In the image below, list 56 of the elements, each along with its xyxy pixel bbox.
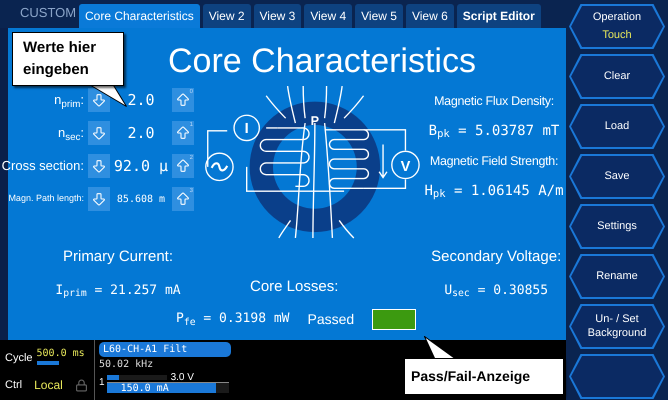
input-label: Cross section: xyxy=(2,157,84,176)
view-tab[interactable]: View 5 xyxy=(355,4,403,28)
up-arrow-icon xyxy=(175,158,191,174)
side-menu-button[interactable]: Save xyxy=(569,154,665,199)
frequency-value: 50.02 kHz xyxy=(99,358,154,372)
voltage-value: 3.0 V xyxy=(170,370,194,384)
side-menu-button[interactable]: Operation Touch xyxy=(569,4,665,49)
page-title: Core Characteristics xyxy=(168,41,476,82)
down-arrow-icon xyxy=(91,158,107,174)
input-value: 2.0 xyxy=(126,122,156,144)
reading-value: B$_{pk}$ = 5.03787 mT xyxy=(428,122,560,142)
current-value: 150.0 mA xyxy=(120,382,169,396)
input-value: 85.608 m xyxy=(116,192,166,206)
reading-value: H$_{pk}$ = 1.06145 A/m xyxy=(424,182,564,202)
up-arrow-icon xyxy=(175,125,191,141)
secondary-voltage-value: U$_{sec}$ = 0.30855 xyxy=(444,282,548,300)
side-menu-button[interactable]: Settings xyxy=(569,204,665,249)
status-label: Passed xyxy=(308,310,354,328)
transformer-core-drawing: I V P xyxy=(198,82,422,242)
side-menu-button[interactable]: Rename xyxy=(569,254,665,299)
input-value: 2.0 xyxy=(126,90,156,111)
side-menu-button[interactable]: Un- / Set Background xyxy=(569,304,665,349)
view-tab[interactable]: View 3 xyxy=(254,4,302,28)
side-menu-button[interactable] xyxy=(569,354,665,399)
cycle-bar xyxy=(36,361,59,365)
cycle-label: Cycle xyxy=(5,351,33,366)
side-menu-button[interactable]: Load xyxy=(569,104,665,149)
view-tab[interactable]: Core Characteristics xyxy=(79,4,200,28)
down-arrow-icon xyxy=(91,191,107,207)
secondary-voltage-label: Secondary Voltage: xyxy=(431,247,562,267)
ctrl-value: Local xyxy=(34,377,63,394)
brand-label: CUSTOM xyxy=(19,4,76,22)
up-arrow-icon xyxy=(175,191,191,207)
reading-label: Magnetic Flux Density: xyxy=(434,93,554,110)
side-menu-button[interactable]: Clear xyxy=(569,54,665,99)
cycle-value: 500.0 ms xyxy=(36,347,85,361)
up-arrow-icon xyxy=(175,92,191,108)
ctrl-label: Ctrl xyxy=(5,378,22,393)
primary-current-value: I$_{prim}$ = 21.257 mA xyxy=(55,282,181,300)
view-tab[interactable]: View 2 xyxy=(202,4,251,28)
input-label: n$_{sec}$: xyxy=(58,124,84,143)
view-tab[interactable]: View 6 xyxy=(406,4,454,28)
input-value: 92.0 µ xyxy=(112,156,170,177)
input-label: n$_{prim}$: xyxy=(54,91,84,110)
down-arrow-icon xyxy=(91,92,107,108)
core-losses-label: Core Losses: xyxy=(250,277,338,297)
view-tab[interactable]: Script Editor xyxy=(456,4,541,28)
input-label: Magn. Path length: xyxy=(8,192,84,206)
channel-label: L60-CH-A1 Filt xyxy=(99,342,231,357)
primary-current-label: Primary Current: xyxy=(62,247,174,267)
view-tab[interactable]: View 4 xyxy=(304,4,352,28)
core-losses-value: P$_{fe}$ = 0.3198 mW xyxy=(176,310,290,329)
channel-number: 1 xyxy=(99,376,105,390)
lock-icon xyxy=(74,378,88,392)
reading-label: Magnetic Field Strength: xyxy=(430,152,558,170)
down-arrow-icon xyxy=(91,125,107,141)
